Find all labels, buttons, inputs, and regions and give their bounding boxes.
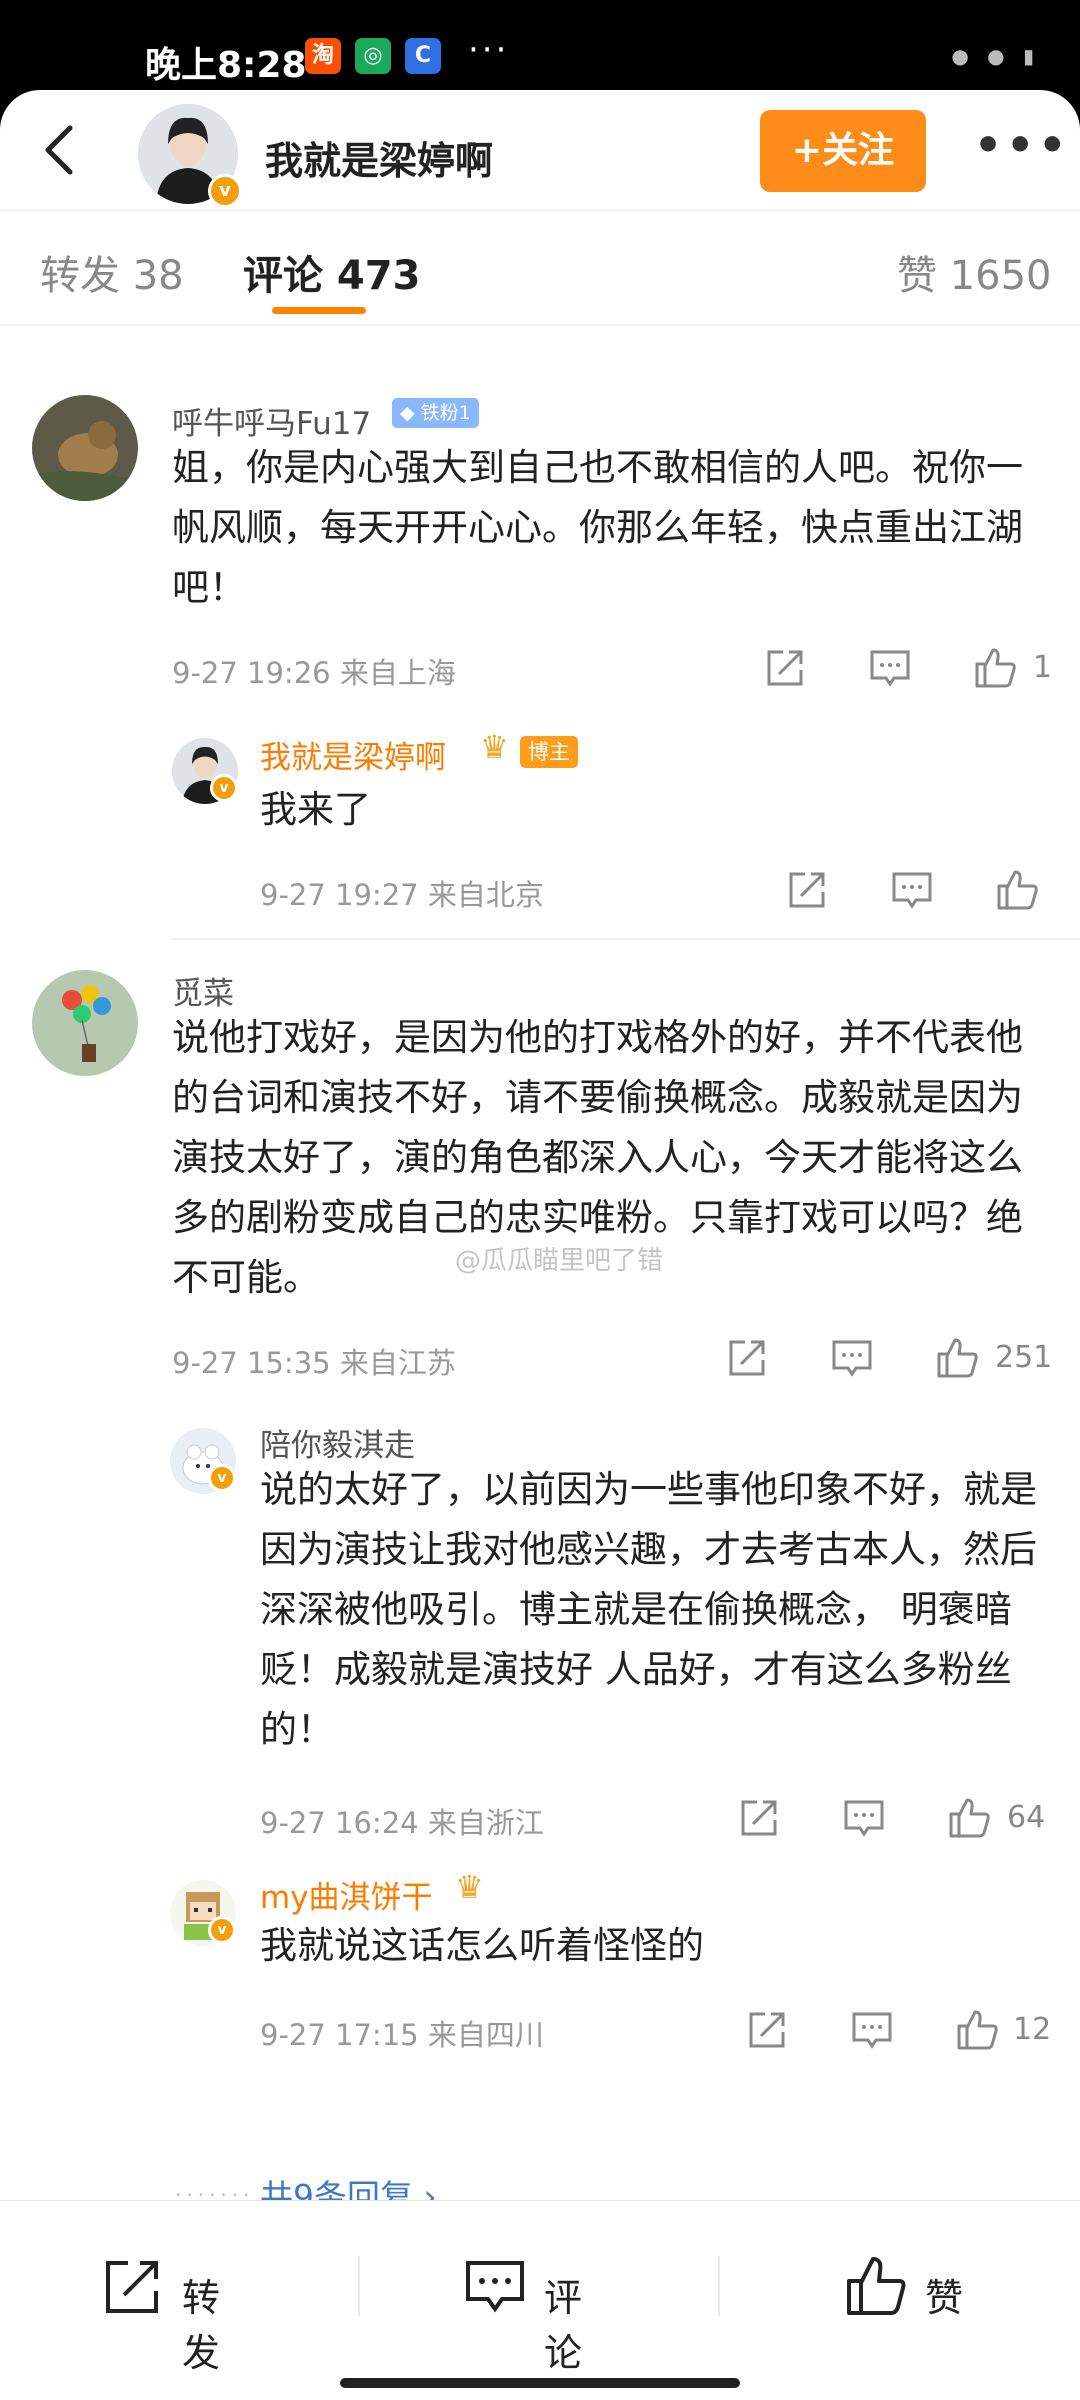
status-bar: 晚上8:28 淘 ◎ C ··· ● ● ▮	[0, 0, 1080, 92]
reply-icon[interactable]	[850, 2008, 894, 2052]
verified-badge-icon: v	[210, 774, 238, 802]
like-count: 1	[1033, 650, 1053, 685]
top-bar: v 我就是梁婷啊 +关注 •••	[0, 90, 1080, 210]
reply-meta: 9-27 17:15 来自四川	[260, 2018, 544, 2052]
reply-icon[interactable]	[842, 1796, 886, 1840]
reply-text: 我来了	[260, 788, 371, 831]
comment-text: 姐，你是内心强大到自己也不敢相信的人吧。祝你一帆风顺，每天开开心心。你那么年轻，…	[172, 446, 1023, 609]
like-count: 12	[1013, 2012, 1052, 2047]
reply-meta: 9-27 19:27 来自北京	[260, 878, 544, 912]
more-menu-icon[interactable]: •••	[974, 120, 1070, 171]
like-icon[interactable]	[955, 2008, 999, 2052]
like-label: 赞	[925, 2276, 964, 2320]
verified-badge-icon: v	[208, 1916, 236, 1944]
status-more-icon: ···	[468, 30, 510, 70]
home-indicator[interactable]	[340, 2378, 740, 2388]
reply-text: 我就说这话怎么听着怪怪的	[260, 1924, 704, 1967]
comment-username[interactable]: 呼牛呼马Fu17	[172, 398, 371, 443]
bottom-action-bar: 转发 评论 赞	[0, 2200, 1080, 2400]
bottom-separator	[358, 2256, 360, 2316]
share-icon[interactable]	[745, 2008, 789, 2052]
comment-icon	[466, 2261, 524, 2313]
reply-icon[interactable]	[830, 1336, 874, 1380]
comment-meta: 9-27 15:35 来自江苏	[172, 1346, 456, 1380]
tab-likes[interactable]: 赞 1650	[897, 243, 1052, 301]
verified-badge-icon: v	[208, 174, 242, 208]
reply-icon[interactable]	[868, 646, 912, 690]
like-count: 251	[995, 1340, 1053, 1375]
share-icon[interactable]	[785, 868, 829, 912]
fan-badge: ◆ 铁粉1	[392, 398, 479, 428]
host-badge: 博主	[520, 736, 578, 768]
back-icon[interactable]	[36, 122, 86, 178]
reply-text: 说的太好了，以前因为一些事他印象不好，就是因为演技让我对他感兴趣，才去考古本人，…	[260, 1468, 1037, 1751]
like-count: 64	[1007, 1800, 1046, 1835]
status-time: 晚上8:28	[145, 45, 307, 86]
crown-icon: ♛	[455, 1868, 484, 1906]
bottom-separator	[718, 2256, 720, 2316]
like-icon	[847, 2257, 906, 2315]
reply-username[interactable]: 我就是梁婷啊	[260, 732, 446, 777]
follow-button[interactable]: +关注	[760, 110, 926, 192]
comment-meta: 9-27 19:26 来自上海	[172, 656, 456, 690]
share-icon[interactable]	[763, 646, 807, 690]
tab-separator	[0, 324, 1080, 326]
watermark: @瓜瓜瞄里吧了错	[455, 1246, 664, 1276]
like-icon[interactable]	[973, 646, 1017, 690]
repost-icon	[106, 2261, 158, 2313]
comment-divider	[172, 938, 1080, 940]
like-icon[interactable]	[995, 868, 1039, 912]
browser-icon: C	[405, 38, 441, 74]
verified-badge-icon: v	[208, 1464, 236, 1492]
mobile-icon: ◎	[355, 38, 391, 74]
like-icon[interactable]	[935, 1336, 979, 1380]
tab-bar: 转发 38 评论 473 赞 1650	[0, 210, 1080, 330]
repost-label: 转发	[182, 2276, 221, 2375]
avatar[interactable]	[32, 970, 138, 1076]
active-tab-indicator	[272, 307, 366, 314]
share-icon[interactable]	[725, 1336, 769, 1380]
tab-comments[interactable]: 评论 473	[243, 243, 420, 301]
reply-icon[interactable]	[890, 868, 934, 912]
like-icon[interactable]	[947, 1796, 991, 1840]
reply-username[interactable]: my曲淇饼干	[260, 1872, 433, 1917]
page-title[interactable]: 我就是梁婷啊	[265, 130, 493, 185]
comment-username[interactable]: 觅菜	[172, 968, 234, 1013]
crown-icon: ♛	[480, 728, 509, 766]
avatar[interactable]	[32, 395, 138, 501]
share-icon[interactable]	[737, 1796, 781, 1840]
reply-meta: 9-27 16:24 来自浙江	[260, 1806, 544, 1840]
tab-repost[interactable]: 转发 38	[40, 243, 184, 301]
status-right-icons: ● ● ▮	[951, 44, 1040, 68]
weibo-comments-screen: v 我就是梁婷啊 +关注 ••• 转发 38 评论 473 赞 1650 呼牛呼…	[0, 90, 1080, 2400]
reply-username[interactable]: 陪你毅淇走	[260, 1420, 415, 1465]
comment-label: 评论	[544, 2276, 583, 2375]
taobao-icon: 淘	[305, 38, 341, 74]
